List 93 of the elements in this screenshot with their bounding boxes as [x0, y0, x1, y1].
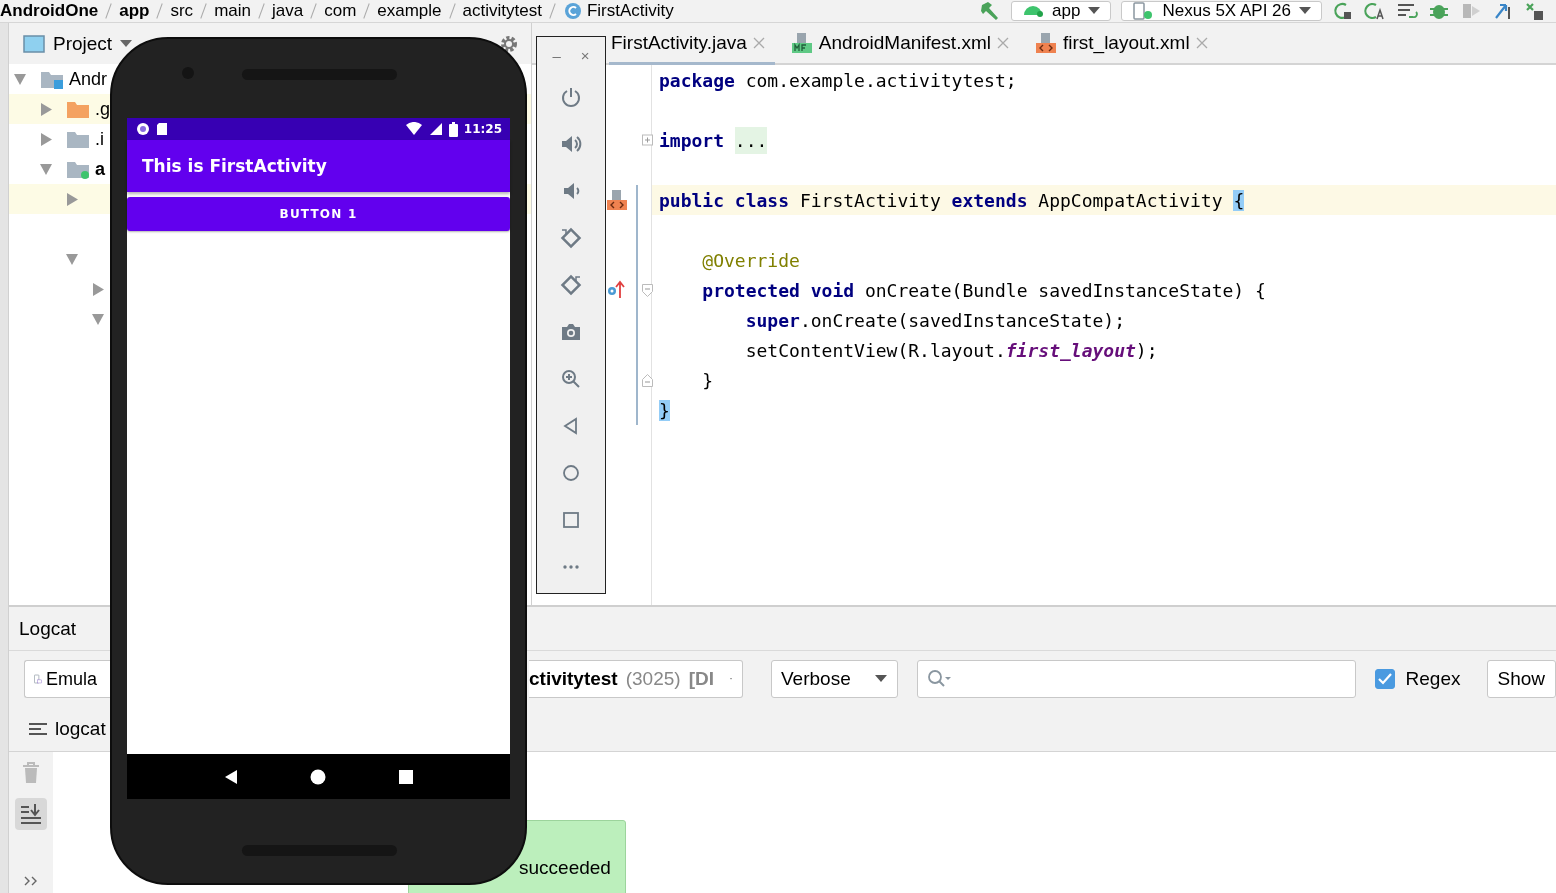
caret-icon[interactable]: [14, 72, 26, 86]
status-time: 11:25: [463, 122, 502, 136]
manifest-file-icon: [790, 31, 813, 54]
breadcrumb-item[interactable]: activitytest: [462, 1, 542, 21]
breadcrumb-item[interactable]: com: [324, 1, 357, 21]
breadcrumb-item[interactable]: main: [214, 1, 251, 21]
caret-icon[interactable]: [40, 162, 52, 176]
fold-marker-icon: [642, 374, 653, 387]
class-icon: [562, 1, 583, 21]
editor-tab[interactable]: FirstActivity.java: [609, 23, 775, 65]
regex-checkbox[interactable]: [1375, 669, 1395, 689]
caret-icon[interactable]: [92, 282, 104, 296]
code-line: protected void onCreate(Bundle savedInstanceState) {: [701, 279, 1266, 301]
app-button[interactable]: BUTTON 1: [127, 197, 510, 231]
breadcrumb-item[interactable]: example: [377, 1, 442, 21]
search-field[interactable]: [917, 660, 1357, 698]
close-button[interactable]: ×: [578, 46, 592, 64]
rotate-right-icon[interactable]: [560, 273, 582, 296]
trash-icon: [22, 762, 40, 784]
caret-icon[interactable]: [66, 192, 78, 206]
layout-file-icon: [606, 189, 628, 211]
close-icon: [752, 36, 765, 49]
toast-text: succeeded: [519, 857, 611, 878]
device-icon: [1132, 2, 1155, 20]
tree-label: .i: [95, 128, 104, 150]
panel-title: Logcat: [19, 617, 77, 640]
breadcrumb-item[interactable]: AndroidOne: [0, 1, 99, 21]
signal-icon: [428, 122, 443, 136]
breadcrumb-item[interactable]: app: [119, 1, 150, 21]
android-icon: [1022, 5, 1045, 17]
code-line: import ...: [659, 129, 768, 151]
editor-tab[interactable]: first_layout.xml: [1032, 23, 1218, 65]
log-level-dropdown[interactable]: Verbose: [771, 660, 899, 698]
run-config-dropdown[interactable]: app: [1011, 1, 1112, 21]
process-dropdown[interactable]: ctivitytest (3025) [DI: [529, 660, 743, 698]
home-icon[interactable]: [310, 768, 327, 785]
close-icon: [996, 36, 1009, 49]
code-line: setContentView(R.layout.first_layout);: [744, 339, 1158, 361]
folder-icon: [66, 159, 90, 179]
device-dropdown[interactable]: Emula: [24, 660, 111, 698]
caret-icon: [875, 675, 888, 683]
folder-icon: [66, 99, 90, 119]
minimize-button[interactable]: –: [550, 46, 563, 64]
tree-label: .g: [95, 98, 110, 120]
code-line: super.onCreate(savedInstanceState);: [744, 309, 1125, 331]
power-icon[interactable]: [560, 85, 582, 108]
device-dropdown[interactable]: Nexus 5X API 26: [1121, 1, 1322, 21]
notification-icon: [136, 122, 150, 136]
overview-icon[interactable]: [398, 768, 415, 785]
caret-icon: [1299, 7, 1311, 15]
stop-icon[interactable]: [1524, 1, 1546, 21]
breadcrumb-item[interactable]: java: [272, 1, 304, 21]
folder-icon: [66, 129, 90, 149]
layout-file-icon: [1034, 31, 1057, 54]
code-line: package com.example.activitytest;: [659, 69, 1017, 91]
list-icon[interactable]: [1396, 1, 1418, 21]
fold-expand-icon: [642, 134, 653, 147]
caret-icon: [120, 39, 133, 48]
logcat-tab[interactable]: logcat: [55, 718, 106, 740]
search-icon: [927, 669, 954, 689]
close-icon: [1195, 36, 1208, 49]
caret-icon: [1088, 7, 1101, 15]
fold-marker-icon: [642, 284, 653, 297]
window-icon: [23, 33, 45, 54]
caret-icon[interactable]: [40, 102, 52, 116]
caret-icon[interactable]: [40, 132, 52, 146]
caret-icon[interactable]: [66, 252, 78, 266]
settings-icon: [499, 33, 519, 54]
chevrons-icon[interactable]: [23, 875, 39, 887]
check-icon: [1377, 673, 1392, 685]
tree-label: a: [95, 158, 105, 180]
app-title: This is FirstActivity: [142, 156, 327, 176]
code-line: }: [701, 369, 714, 391]
sd-card-icon: [156, 122, 168, 136]
breadcrumb-item[interactable]: src: [170, 1, 194, 21]
show-button[interactable]: Show: [1487, 660, 1556, 698]
rotate-left-icon[interactable]: [560, 226, 582, 249]
breadcrumb-item[interactable]: FirstActivity: [586, 1, 674, 21]
apply-changes-icon[interactable]: [1332, 1, 1354, 21]
zoom-icon[interactable]: [560, 367, 582, 390]
wifi-icon: [404, 122, 423, 136]
battery-icon: [448, 121, 458, 137]
caret-icon[interactable]: [92, 312, 104, 326]
override-icon: [606, 279, 626, 299]
editor-tab[interactable]: AndroidManifest.xml: [788, 23, 1019, 65]
apply-code-icon[interactable]: [1364, 1, 1386, 21]
lines-icon: [29, 722, 47, 736]
code-line: public class FirstActivity extends AppCompatActivity {: [659, 189, 1245, 211]
folder-icon: [40, 69, 64, 89]
panel-title[interactable]: Project: [53, 32, 113, 55]
code-line: @Override: [701, 249, 800, 271]
checkbox-label[interactable]: Regex: [1405, 668, 1461, 690]
tree-label: Andr: [69, 68, 108, 90]
